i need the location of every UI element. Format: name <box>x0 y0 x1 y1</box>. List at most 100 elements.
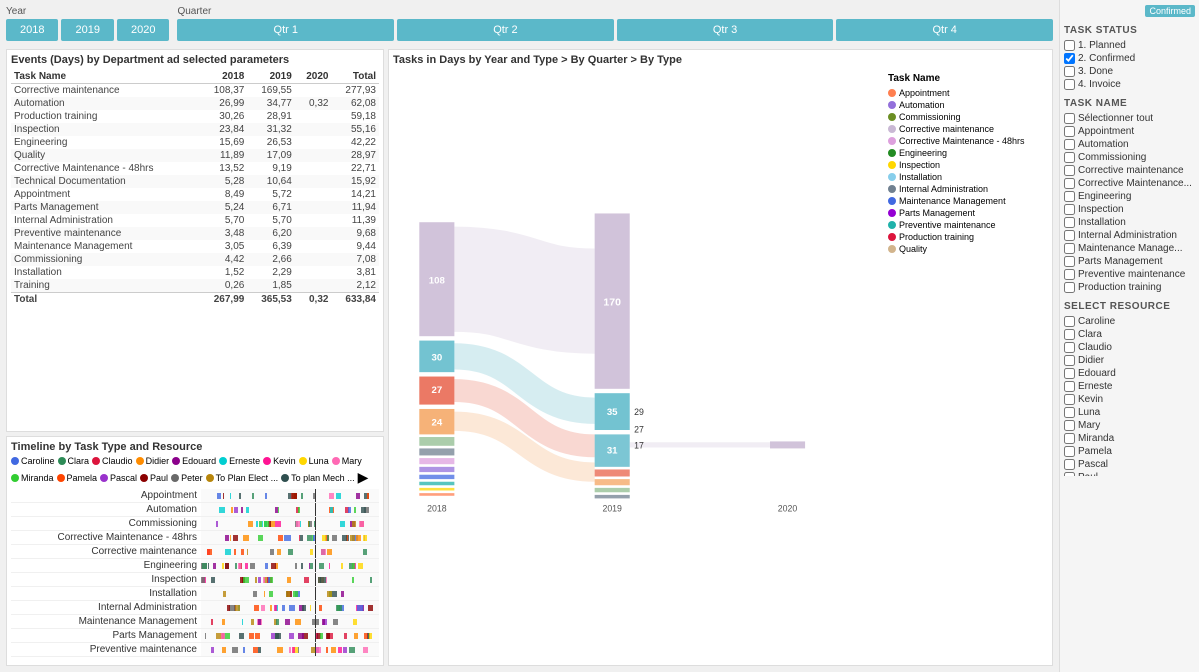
task-status-checkbox[interactable] <box>1064 79 1075 90</box>
quarter-1-button[interactable]: Qtr 1 <box>177 19 394 41</box>
legend-dot <box>263 457 271 465</box>
legend-dot <box>57 474 65 482</box>
task-name-checkbox[interactable] <box>1064 152 1075 163</box>
table-row: Corrective Maintenance - 48hrs13,529,192… <box>11 162 379 175</box>
timeline-mini-bar <box>343 647 346 653</box>
timeline-mini-bar <box>248 521 253 527</box>
resource-checkbox[interactable] <box>1064 446 1075 457</box>
task-name-item: Sélectionner tout <box>1064 113 1195 124</box>
task-name-checkbox[interactable] <box>1064 126 1075 137</box>
timeline-scroll-right[interactable]: ▶ <box>358 469 369 486</box>
task-legend-item: Inspection <box>888 160 1048 170</box>
timeline-row: Internal Administration <box>11 601 379 615</box>
resource-checkbox[interactable] <box>1064 472 1075 476</box>
svg-text:2019: 2019 <box>602 504 622 514</box>
year-2020-button[interactable]: 2020 <box>117 19 169 41</box>
task-name-checkbox[interactable] <box>1064 230 1075 241</box>
year-2019-button[interactable]: 2019 <box>61 19 113 41</box>
resource-checkbox[interactable] <box>1064 316 1075 327</box>
resource-checkbox[interactable] <box>1064 368 1075 379</box>
task-name-checkbox[interactable] <box>1064 269 1075 280</box>
resource-checkbox[interactable] <box>1064 394 1075 405</box>
timeline-mini-bar <box>238 563 242 569</box>
timeline-mini-bar <box>217 493 221 499</box>
resource-checkbox[interactable] <box>1064 433 1075 444</box>
timeline-mini-bar <box>277 549 281 555</box>
timeline-rows: AppointmentAutomationCommissioningCorrec… <box>11 489 379 666</box>
timeline-row: Inspection <box>11 573 379 587</box>
timeline-mini-bar <box>208 563 210 569</box>
task-status-checkbox[interactable] <box>1064 66 1075 77</box>
task-legend-item: Appointment <box>888 88 1048 98</box>
task-name-checkbox[interactable] <box>1064 113 1075 124</box>
table-row: Quality11,8917,0928,97 <box>11 149 379 162</box>
task-status-checkbox[interactable] <box>1064 53 1075 64</box>
task-legend-label: Production training <box>899 232 974 242</box>
table-row: Inspection23,8431,3255,16 <box>11 123 379 136</box>
year-2018-button[interactable]: 2018 <box>6 19 58 41</box>
task-status-checkbox[interactable] <box>1064 40 1075 51</box>
table-row: Corrective maintenance108,37169,55277,93 <box>11 84 379 98</box>
timeline-mini-bar <box>289 647 290 653</box>
legend-dot <box>11 474 19 482</box>
quarter-2-button[interactable]: Qtr 2 <box>397 19 614 41</box>
task-name-checkbox[interactable] <box>1064 282 1075 293</box>
task-name-item: Inspection <box>1064 204 1195 215</box>
resource-checkbox[interactable] <box>1064 381 1075 392</box>
quarter-3-button[interactable]: Qtr 3 <box>617 19 834 41</box>
svg-text:30: 30 <box>431 353 442 364</box>
timeline-mini-bar <box>304 577 310 583</box>
resource-checkbox[interactable] <box>1064 420 1075 431</box>
svg-text:24: 24 <box>431 418 442 429</box>
task-name-checkbox[interactable] <box>1064 139 1075 150</box>
timeline-mini-bar <box>247 549 249 555</box>
task-legend-dot <box>888 89 896 97</box>
timeline-current-marker <box>315 601 316 614</box>
timeline-mini-bar <box>321 549 326 555</box>
timeline-mini-bar <box>341 563 343 569</box>
timeline-mini-bar <box>366 647 368 653</box>
task-legend-dot <box>888 209 896 217</box>
timeline-mini-bar <box>221 633 225 639</box>
timeline-mini-bar <box>254 605 259 611</box>
timeline-current-marker <box>315 573 316 586</box>
task-name-item: Internal Administration <box>1064 230 1195 241</box>
timeline-row-label: Preventive maintenance <box>11 644 201 655</box>
legend-item: Mary <box>332 456 362 466</box>
task-status-section: Task Status 1. Planned2. Confirmed3. Don… <box>1064 25 1195 90</box>
resource-item: Miranda <box>1064 433 1195 444</box>
task-name-checkbox[interactable] <box>1064 204 1075 215</box>
timeline-mini-bar <box>227 605 230 611</box>
task-name-checkbox[interactable] <box>1064 178 1075 189</box>
task-legend-item: Corrective maintenance <box>888 124 1048 134</box>
task-legend-dot <box>888 101 896 109</box>
task-name-checkbox[interactable] <box>1064 165 1075 176</box>
task-name-checkbox[interactable] <box>1064 256 1075 267</box>
resource-item: Erneste <box>1064 381 1195 392</box>
timeline-bar-area <box>201 615 379 628</box>
svg-text:35: 35 <box>607 407 618 418</box>
timeline-mini-bar <box>239 633 244 639</box>
legend-dot <box>11 457 19 465</box>
timeline-mini-bar <box>225 563 229 569</box>
resource-checkbox[interactable] <box>1064 329 1075 340</box>
timeline-mini-bar <box>330 507 334 513</box>
task-name-checkbox[interactable] <box>1064 243 1075 254</box>
resource-checkbox[interactable] <box>1064 459 1075 470</box>
table-row: Commissioning4,422,667,08 <box>11 253 379 266</box>
timeline-current-marker <box>315 629 316 642</box>
quarter-4-button[interactable]: Qtr 4 <box>836 19 1053 41</box>
legend-dot <box>100 474 108 482</box>
task-name-checkbox[interactable] <box>1064 217 1075 228</box>
resource-checkbox[interactable] <box>1064 342 1075 353</box>
task-name-checkbox[interactable] <box>1064 191 1075 202</box>
resource-checkbox[interactable] <box>1064 407 1075 418</box>
resource-checkbox[interactable] <box>1064 355 1075 366</box>
timeline-mini-bar <box>364 633 367 639</box>
task-legend-dot <box>888 197 896 205</box>
task-name-item: Automation <box>1064 139 1195 150</box>
timeline-mini-bar <box>327 591 333 597</box>
timeline-mini-bar <box>263 577 265 583</box>
timeline-mini-bar <box>368 633 370 639</box>
timeline-mini-bar <box>309 563 311 569</box>
